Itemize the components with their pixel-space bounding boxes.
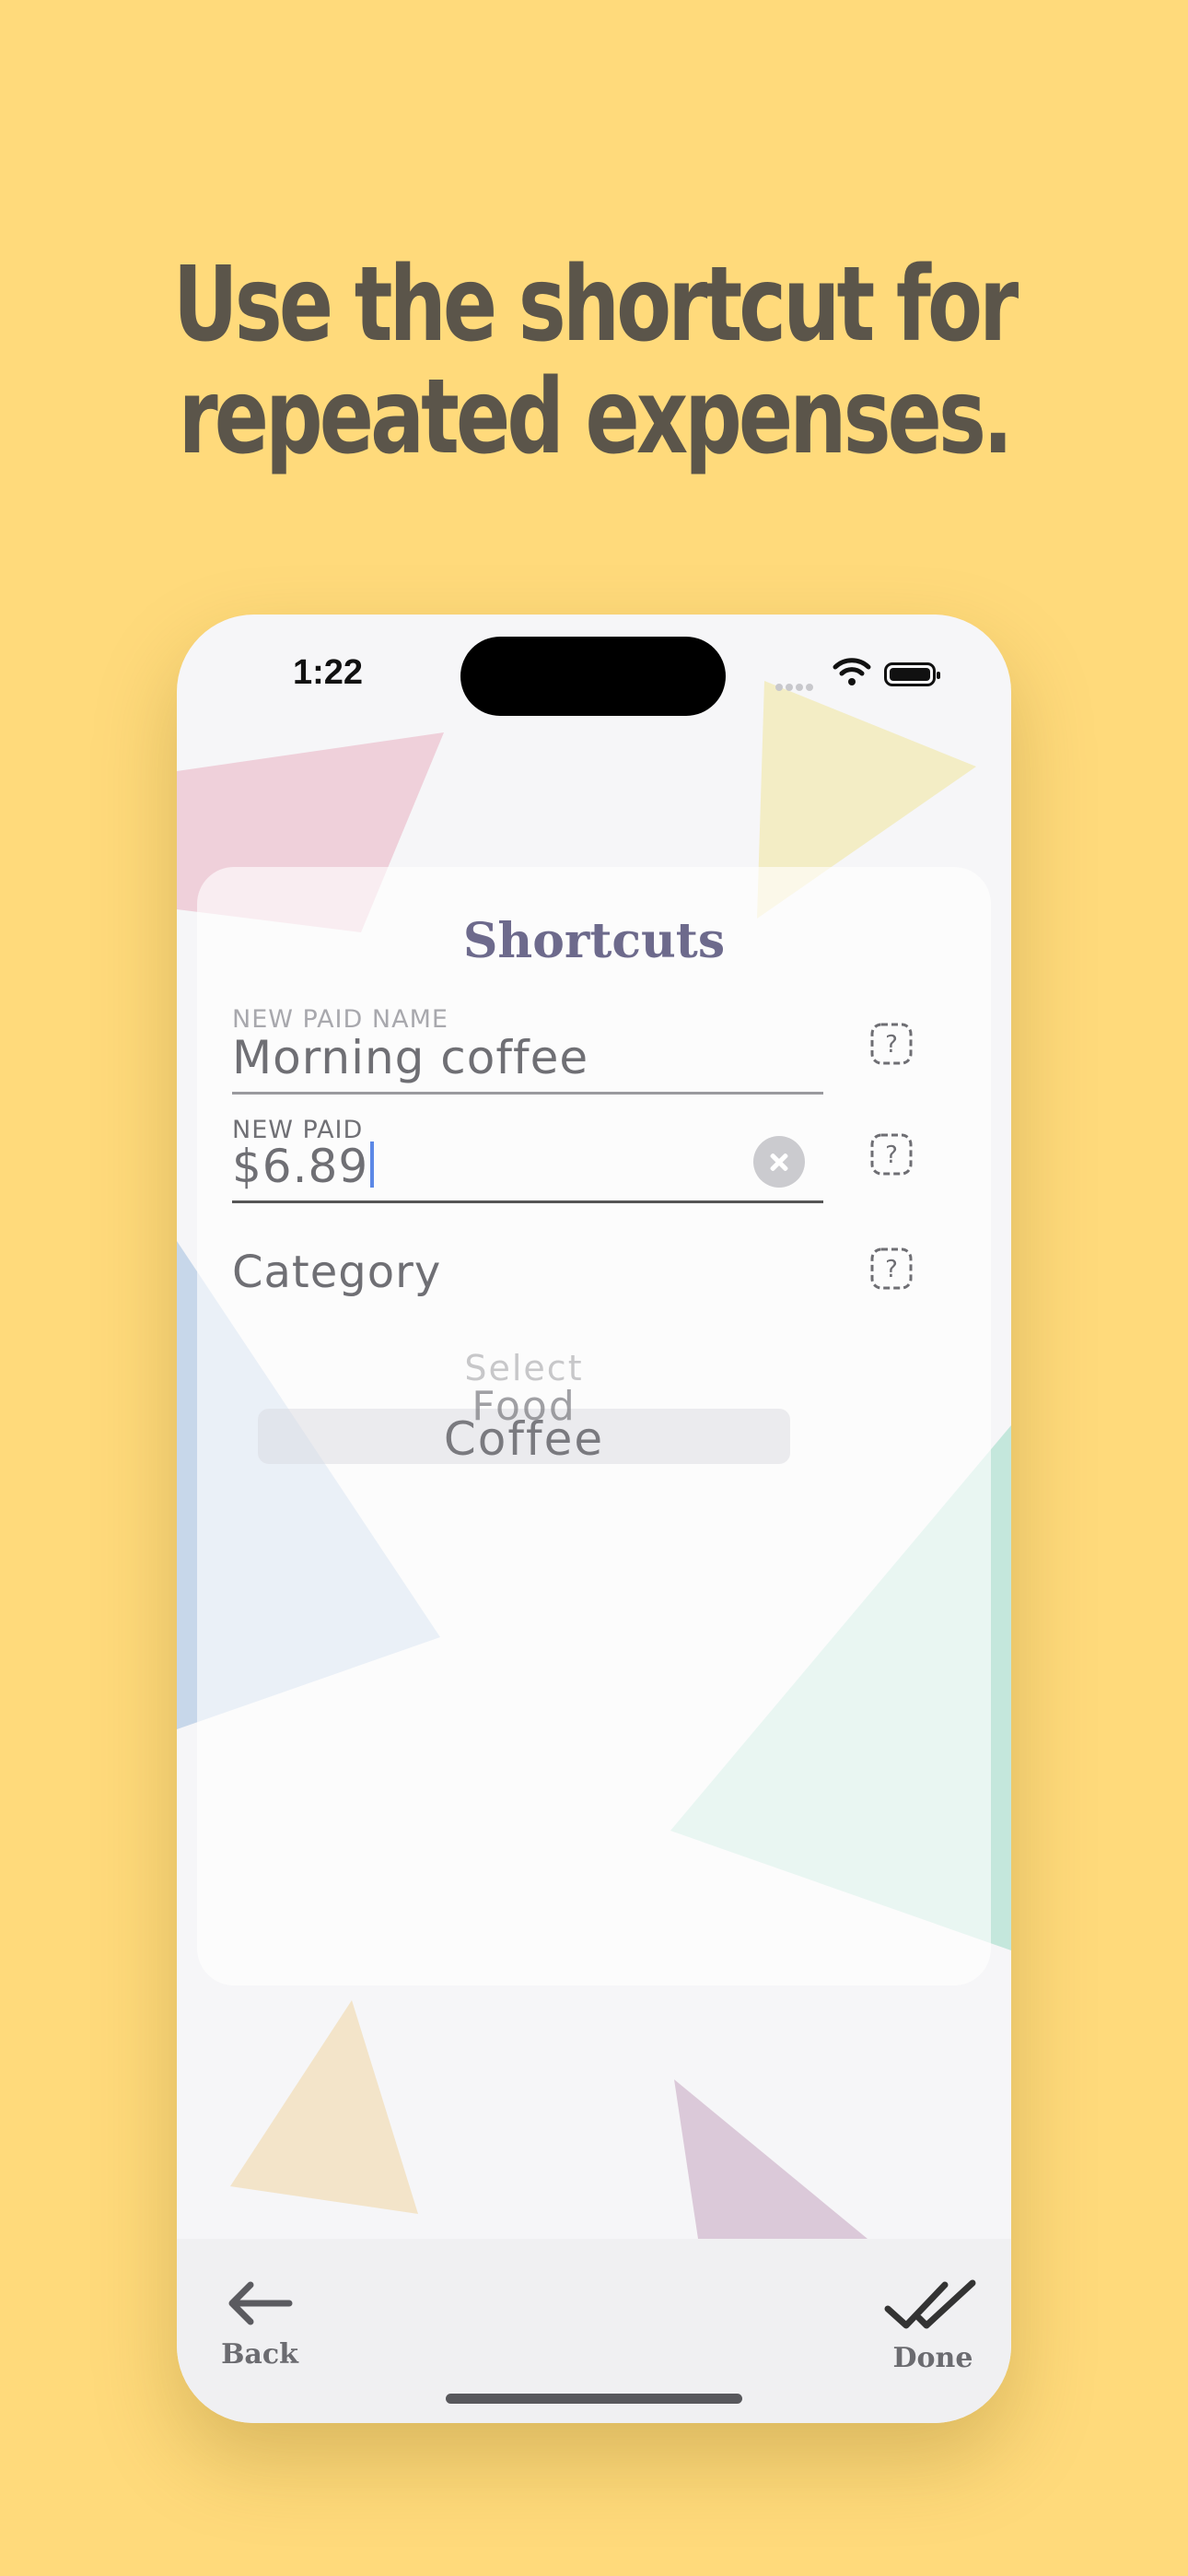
- back-button[interactable]: Back: [214, 2276, 306, 2371]
- help-icon[interactable]: ?: [869, 1247, 914, 1291]
- headline-line-2: repeated expenses.: [178, 357, 1014, 477]
- battery-icon: [884, 662, 940, 686]
- dynamic-island: [460, 637, 726, 716]
- status-time: 1:22: [293, 653, 364, 692]
- status-bar: 1:22: [177, 615, 1011, 744]
- done-button[interactable]: Done: [882, 2276, 984, 2374]
- picker-option-coffee[interactable]: Coffee: [258, 1412, 790, 1466]
- back-arrow-icon: [228, 2281, 293, 2325]
- shortcuts-sheet: Shortcuts NEW PAID NAME Morning coffee ?…: [197, 867, 991, 1985]
- name-field-input[interactable]: Morning coffee: [232, 1031, 588, 1084]
- amount-field-input[interactable]: $6.89: [232, 1140, 375, 1193]
- double-check-icon: [884, 2279, 976, 2329]
- amount-field-underline: [232, 1200, 823, 1203]
- headline: Use the shortcut for repeated expenses.: [131, 249, 1057, 474]
- text-caret: [370, 1142, 375, 1188]
- svg-text:?: ?: [885, 1031, 898, 1059]
- name-field-label: NEW PAID NAME: [232, 1005, 448, 1034]
- headline-line-1: Use the shortcut for: [172, 245, 1019, 365]
- svg-text:?: ?: [885, 1142, 898, 1169]
- back-label: Back: [221, 2338, 298, 2371]
- phone-frame: 1:22 Shortcuts NEW PAID NAME Morning cof…: [177, 615, 1011, 2423]
- name-field-underline: [232, 1092, 823, 1095]
- wifi-icon: [833, 658, 871, 685]
- home-indicator: [446, 2394, 742, 2404]
- done-label: Done: [892, 2342, 973, 2374]
- sheet-title: Shortcuts: [462, 913, 726, 969]
- svg-text:?: ?: [885, 1256, 898, 1283]
- cellular-signal-icon: [775, 677, 816, 695]
- clear-icon[interactable]: [753, 1136, 805, 1188]
- amount-field-value: $6.89: [232, 1140, 369, 1193]
- help-icon[interactable]: ?: [869, 1022, 914, 1066]
- help-icon[interactable]: ?: [869, 1132, 914, 1177]
- category-label: Category: [232, 1247, 442, 1298]
